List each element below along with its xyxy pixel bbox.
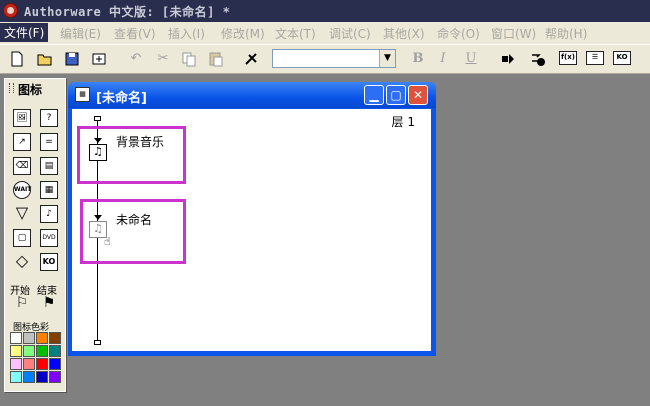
menu-view[interactable]: 查看(V) [114, 25, 156, 42]
close-icon[interactable]: ✕ [408, 85, 428, 105]
menu-modify[interactable]: 修改(M) [221, 25, 265, 42]
toolbar: ↶ ✂ ▼ B I U f(x) ☰ KO [0, 44, 650, 74]
maximize-icon[interactable]: ▢ [386, 85, 406, 105]
menu-other[interactable]: 其他(X) [383, 25, 425, 42]
color-swatch[interactable] [49, 345, 61, 357]
color-swatch[interactable] [23, 358, 35, 370]
interaction-icon[interactable]: ? [40, 109, 58, 127]
wait-icon[interactable]: WAIT [13, 181, 31, 199]
layer-label: 层 1 [391, 115, 415, 129]
knowledge-objects-icon[interactable]: KO [613, 51, 631, 65]
functions-icon[interactable]: f(x) [559, 51, 577, 65]
icon-palette-title: 图标 [18, 83, 43, 97]
find-icon[interactable] [243, 50, 261, 68]
color-swatch[interactable] [10, 358, 22, 370]
control-panel-icon[interactable] [529, 50, 547, 68]
sound-icon[interactable]: ♪ [40, 205, 58, 223]
paste-icon[interactable] [207, 50, 225, 68]
icon-palette: 图标 🖼 ? ↗ = ⌫ ▤ WAIT ▦ ▽ ♪ ▢ DVD ◇ KO 开始 … [4, 78, 66, 392]
menu-text[interactable]: 文本(T) [275, 25, 316, 42]
icon-palette-header: 图标 [5, 79, 65, 97]
highlight-box [80, 199, 186, 264]
minimize-icon[interactable]: ▁ [364, 85, 384, 105]
undo-icon[interactable]: ↶ [127, 50, 145, 68]
dvd-video-icon[interactable]: DVD [40, 229, 58, 247]
authorware-logo-icon [3, 3, 18, 18]
design-window-titlebar[interactable]: ▦ [未命名] ▁ ▢ ✕ [68, 82, 436, 108]
decision-icon[interactable]: ◇ [13, 253, 31, 271]
open-file-icon[interactable] [36, 50, 54, 68]
menu-bar: 文件(F) 编辑(E) 查看(V) 插入(I) 修改(M) 文本(T) 调试(C… [0, 22, 650, 44]
grip-handle-icon[interactable] [9, 83, 14, 93]
color-swatch[interactable] [23, 332, 35, 344]
design-window-title: [未命名] [96, 91, 147, 106]
variables-icon[interactable]: ☰ [586, 51, 604, 65]
color-swatch[interactable] [10, 371, 22, 383]
map-icon[interactable]: ▤ [40, 157, 58, 175]
digital-movie-icon[interactable]: ▦ [40, 181, 58, 199]
window-icon: ▦ [75, 87, 90, 102]
cut-icon[interactable]: ✂ [154, 50, 172, 68]
highlight-box [77, 126, 186, 184]
color-swatch[interactable] [23, 345, 35, 357]
bold-button[interactable]: B [409, 50, 427, 68]
flowline-start-mark [94, 116, 101, 121]
new-file-icon[interactable] [8, 50, 26, 68]
motion-icon[interactable]: ↗ [13, 133, 31, 151]
navigate-icon[interactable]: ▽ [13, 205, 31, 223]
color-swatch[interactable] [49, 371, 61, 383]
import-icon[interactable] [90, 50, 108, 68]
menu-insert[interactable]: 插入(I) [168, 25, 205, 42]
menu-window[interactable]: 窗口(W) [491, 25, 536, 42]
run-icon[interactable] [499, 50, 517, 68]
color-swatch[interactable] [36, 345, 48, 357]
app-title: Authorware 中文版: [未命名] * [24, 5, 231, 19]
menu-commands[interactable]: 命令(O) [437, 25, 480, 42]
color-swatch[interactable] [36, 371, 48, 383]
menu-file[interactable]: 文件(F) [0, 23, 49, 42]
color-swatch[interactable] [23, 371, 35, 383]
framework-icon[interactable]: ▢ [13, 229, 31, 247]
display-icon[interactable]: 🖼 [13, 109, 31, 127]
flowline-end-mark [94, 340, 101, 345]
menu-help[interactable]: 帮助(H) [545, 25, 587, 42]
app-titlebar: Authorware 中文版: [未命名] * [0, 0, 650, 22]
menu-edit[interactable]: 编辑(E) [60, 25, 101, 42]
color-swatch[interactable] [49, 332, 61, 344]
color-swatch[interactable] [36, 332, 48, 344]
menu-debug[interactable]: 调试(C) [329, 25, 371, 42]
start-flag-icon[interactable]: ⚐ [13, 295, 31, 313]
color-swatch[interactable] [10, 332, 22, 344]
italic-button[interactable]: I [434, 50, 452, 68]
color-swatch[interactable] [10, 345, 22, 357]
calculation-icon[interactable]: = [40, 133, 58, 151]
copy-icon[interactable] [180, 50, 198, 68]
color-swatch[interactable] [36, 358, 48, 370]
end-flag-icon[interactable]: ⚑ [40, 295, 58, 313]
save-all-icon[interactable] [63, 50, 81, 68]
erase-icon[interactable]: ⌫ [13, 157, 31, 175]
chevron-down-icon[interactable]: ▼ [379, 50, 395, 67]
underline-button[interactable]: U [462, 50, 480, 68]
font-style-select[interactable]: ▼ [272, 49, 396, 68]
color-swatch[interactable] [49, 358, 61, 370]
knowledge-object-icon[interactable]: KO [40, 253, 58, 271]
